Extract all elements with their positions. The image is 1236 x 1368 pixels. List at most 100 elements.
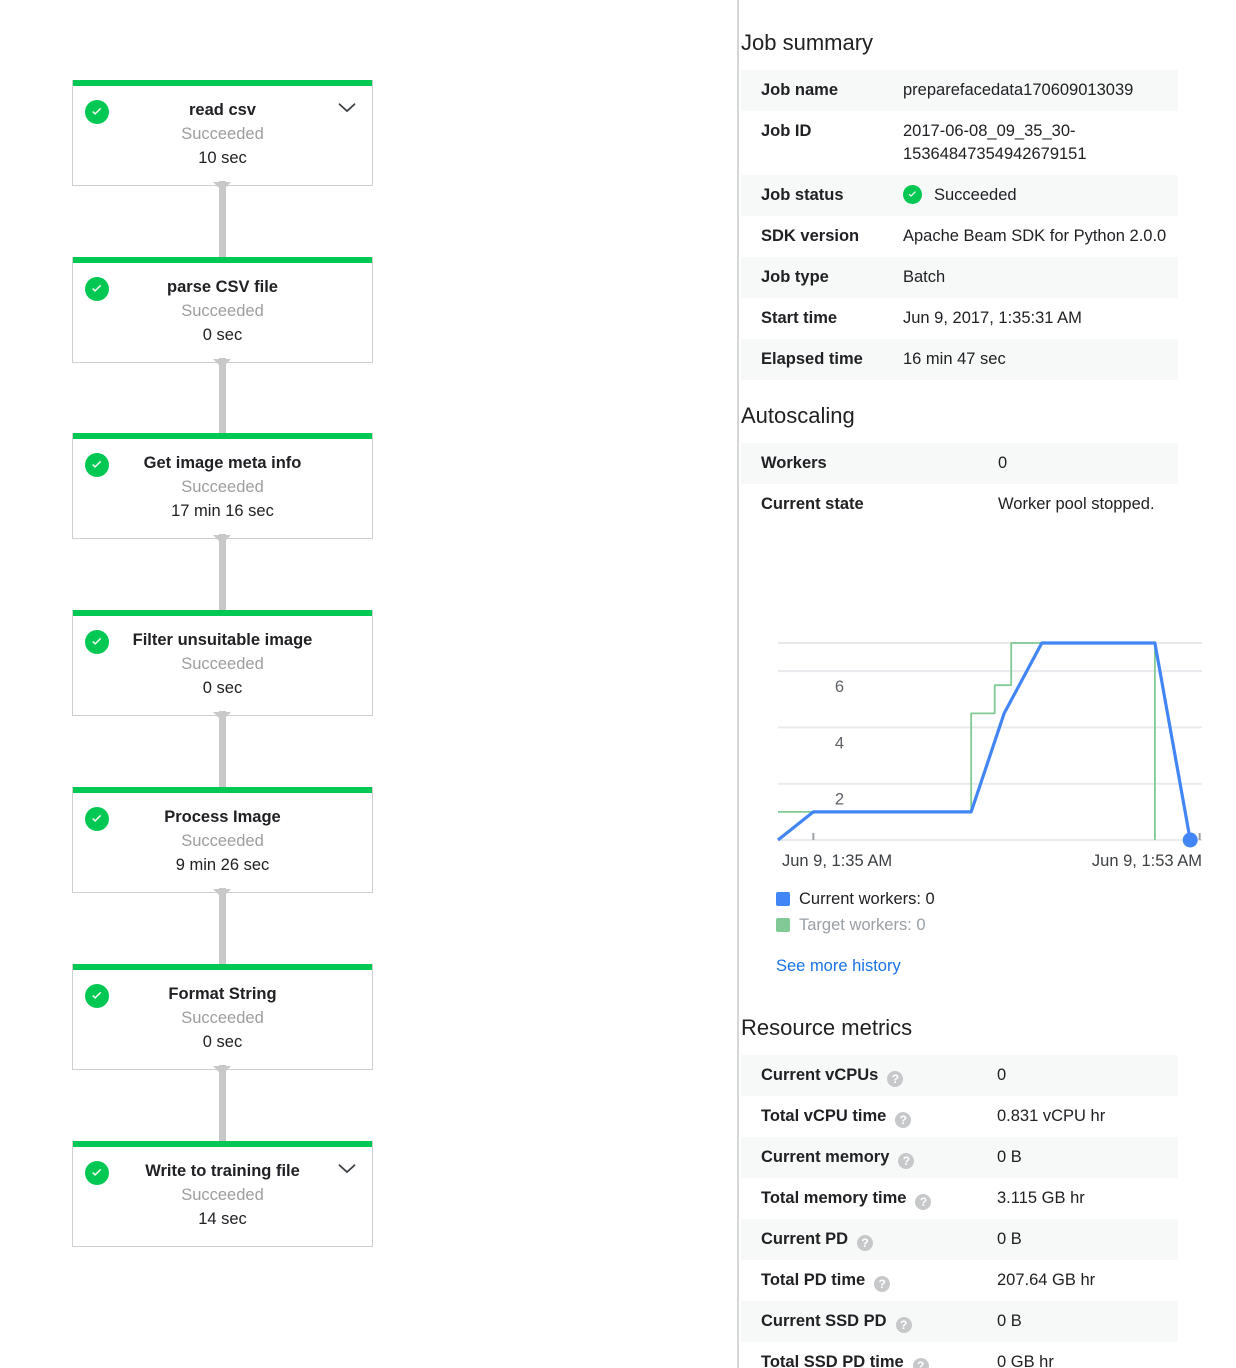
- pipeline-edge: [219, 711, 226, 787]
- step-body: parse CSV file Succeeded 0 sec: [73, 263, 372, 362]
- pipeline-edge-arrow: [213, 1066, 231, 1075]
- see-more-history-link[interactable]: See more history: [776, 957, 901, 976]
- table-row: Total SSD PD time? 0 GB hr: [741, 1342, 1178, 1368]
- pipeline-step-node[interactable]: Filter unsuitable image Succeeded 0 sec: [72, 610, 373, 716]
- row-value: Apache Beam SDK for Python 2.0.0: [903, 227, 1167, 245]
- chevron-down-icon[interactable]: [338, 1163, 356, 1175]
- row-label-cell: Current state: [741, 484, 903, 525]
- pipeline-edge-arrow: [213, 889, 231, 898]
- help-icon[interactable]: ?: [895, 1317, 912, 1333]
- autoscaling-table: Workers 0 Current state Worker pool stopped…: [741, 443, 1178, 525]
- help-icon[interactable]: ?: [915, 1194, 932, 1210]
- step-body: Format String Succeeded 0 sec: [73, 970, 372, 1069]
- table-row: Workers 0: [741, 443, 1178, 484]
- legend-current-workers: Current workers: 0: [776, 888, 935, 910]
- pipeline-step-node[interactable]: Process Image Succeeded 9 min 26 sec: [72, 787, 373, 893]
- job-summary-table: Job name preparefacedata170609013039 Job I…: [741, 70, 1178, 380]
- row-value-cell: Apache Beam SDK for Python 2.0.0: [903, 216, 1178, 257]
- table-row: Job name preparefacedata170609013039: [741, 70, 1178, 111]
- autoscaling-chart[interactable]: 2 4 6 Jun 9, 1:35 AM Jun 9, 1:53 AM: [776, 628, 1206, 868]
- row-label: Total SSD PD time: [761, 1353, 904, 1368]
- step-status: Succeeded: [181, 832, 264, 850]
- chart-ytick-label: 4: [835, 734, 844, 752]
- table-row: Current PD? 0 B: [741, 1219, 1178, 1260]
- row-label-cell: Job type: [741, 257, 903, 298]
- row-label-cell: Elapsed time: [741, 339, 903, 380]
- pipeline-step-node[interactable]: Get image meta info Succeeded 17 min 16 se…: [72, 433, 373, 539]
- row-label-cell: Total SSD PD time?: [741, 1342, 997, 1368]
- chart-ytick-label: 2: [835, 791, 844, 809]
- legend-swatch-target: [776, 918, 790, 932]
- step-name: Process Image: [164, 808, 281, 826]
- help-icon[interactable]: ?: [857, 1235, 874, 1251]
- pipeline-edge: [219, 888, 226, 964]
- pipeline-edge-arrow: [213, 535, 231, 544]
- resource-metrics-heading: Resource metrics: [741, 1015, 913, 1040]
- step-name: Format String: [168, 985, 277, 1003]
- row-label-cell: Current vCPUs?: [741, 1055, 997, 1096]
- success-check-icon: [85, 100, 109, 124]
- help-icon[interactable]: ?: [874, 1276, 891, 1292]
- table-row: Elapsed time 16 min 47 sec: [741, 339, 1178, 380]
- row-label: Current SSD PD: [761, 1312, 887, 1330]
- row-value: 2017-06-08_09_35_30-15364847354942679151: [903, 122, 1087, 163]
- row-value-cell: 0 B: [997, 1137, 1178, 1178]
- pipeline-step-node[interactable]: Write to training file Succeeded 14 sec: [72, 1141, 373, 1247]
- pipeline-edge: [219, 358, 226, 433]
- table-row: SDK version Apache Beam SDK for Python 2.…: [741, 216, 1178, 257]
- step-name: Get image meta info: [143, 454, 302, 472]
- success-check-icon: [85, 807, 109, 831]
- chart-xtick-label: Jun 9, 1:35 AM: [782, 852, 892, 868]
- step-body: Write to training file Succeeded 14 sec: [73, 1147, 372, 1246]
- pipeline-edge: [219, 534, 226, 610]
- row-label: Current state: [761, 495, 864, 513]
- step-duration: 17 min 16 sec: [171, 502, 274, 520]
- row-label: Start time: [761, 309, 838, 327]
- row-label-cell: Job status: [741, 175, 903, 216]
- row-value: Batch: [903, 268, 946, 286]
- pipeline-graph-pane: read csv Succeeded 10 sec parse CSV file Suc…: [0, 0, 739, 1368]
- legend-target-workers: Target workers: 0: [776, 914, 926, 936]
- step-body: Filter unsuitable image Succeeded 0 sec: [73, 616, 372, 715]
- step-name: Filter unsuitable image: [132, 631, 313, 649]
- row-label-cell: Total memory time?: [741, 1178, 997, 1219]
- step-body: Process Image Succeeded 9 min 26 sec: [73, 793, 372, 892]
- step-status: Succeeded: [181, 1009, 264, 1027]
- help-icon[interactable]: ?: [912, 1358, 929, 1368]
- table-row: Job ID 2017-06-08_09_35_30-15364847354942…: [741, 111, 1178, 175]
- row-label-cell: Total vCPU time?: [741, 1096, 997, 1137]
- row-label: Workers: [761, 454, 827, 472]
- step-body: read csv Succeeded 10 sec: [73, 86, 372, 185]
- chevron-down-icon[interactable]: [338, 102, 356, 114]
- table-row: Start time Jun 9, 2017, 1:35:31 AM: [741, 298, 1178, 339]
- row-label: Current vCPUs: [761, 1066, 879, 1084]
- row-value: 0 GB hr: [997, 1353, 1054, 1368]
- pipeline-step-node[interactable]: parse CSV file Succeeded 0 sec: [72, 257, 373, 363]
- row-label: Current PD: [761, 1230, 849, 1248]
- chart-ytick-label: 6: [835, 678, 844, 696]
- row-label-cell: Total PD time?: [741, 1260, 997, 1301]
- pipeline-step-node[interactable]: Format String Succeeded 0 sec: [72, 964, 373, 1070]
- pipeline-edge-arrow: [213, 359, 231, 368]
- help-icon[interactable]: ?: [898, 1153, 915, 1169]
- row-value: Worker pool stopped.: [998, 495, 1155, 513]
- row-label-cell: Current PD?: [741, 1219, 997, 1260]
- row-value: 207.64 GB hr: [997, 1271, 1096, 1289]
- success-check-icon: [85, 1161, 109, 1185]
- row-label-cell: Job name: [741, 70, 903, 111]
- help-icon[interactable]: ?: [895, 1112, 912, 1128]
- pipeline-edge: [219, 181, 226, 257]
- legend-target-label: Target workers: 0: [799, 916, 926, 934]
- table-row: Job status Succeeded: [741, 175, 1178, 216]
- step-status: Succeeded: [181, 478, 264, 496]
- row-label-cell: SDK version: [741, 216, 903, 257]
- step-duration: 0 sec: [202, 679, 243, 697]
- pipeline-edge: [219, 1065, 226, 1141]
- help-icon[interactable]: ?: [887, 1071, 904, 1087]
- row-value-cell: 0: [997, 1055, 1178, 1096]
- pipeline-step-node[interactable]: read csv Succeeded 10 sec: [72, 80, 373, 186]
- row-label: Total memory time: [761, 1189, 907, 1207]
- success-check-icon: [85, 630, 109, 654]
- row-label: Current memory: [761, 1148, 890, 1166]
- success-check-icon: [85, 277, 109, 301]
